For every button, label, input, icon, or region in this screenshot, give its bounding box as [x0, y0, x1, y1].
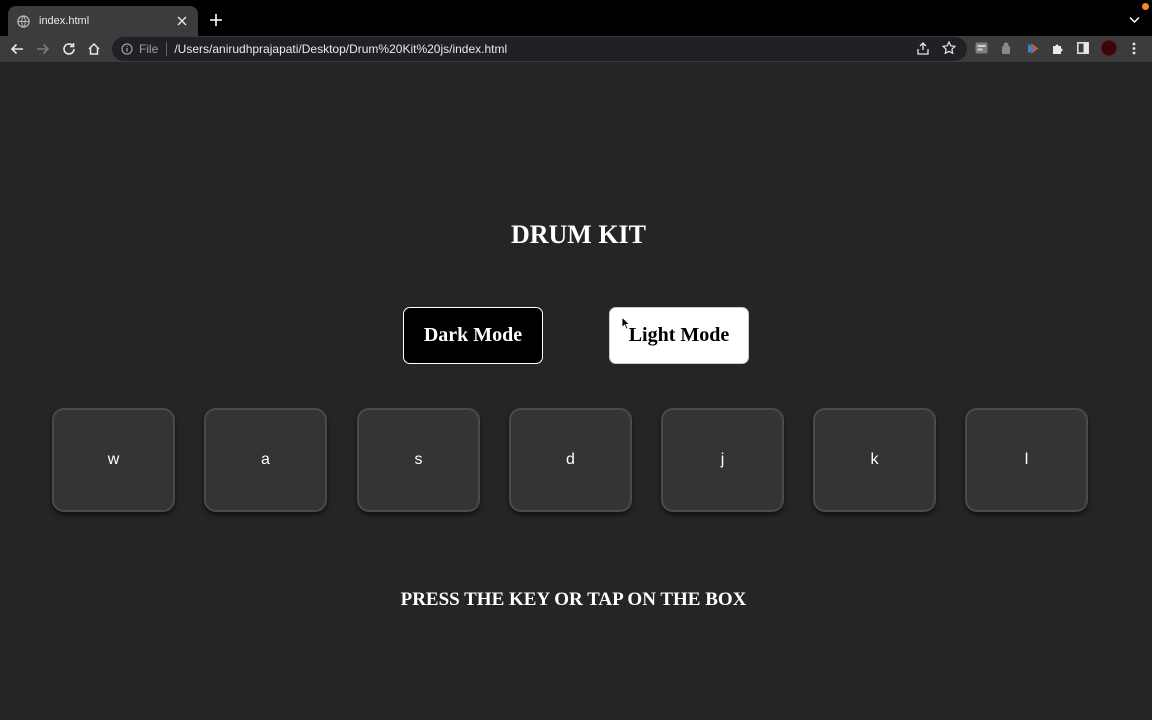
tab-title: index.html: [39, 15, 90, 27]
url-text[interactable]: /Users/anirudhprajapati/Desktop/Drum%20K…: [174, 42, 507, 56]
share-icon[interactable]: [915, 40, 931, 56]
back-icon[interactable]: [8, 40, 26, 58]
page-content: DRUM KIT Dark Mode Light Mode w a s d j …: [0, 62, 1152, 720]
bookmark-star-icon[interactable]: [941, 40, 957, 56]
drum-w[interactable]: w: [52, 408, 175, 512]
profile-avatar-icon[interactable]: [1101, 40, 1117, 56]
drum-l[interactable]: l: [965, 408, 1088, 512]
instruction-text: PRESS THE KEY OR TAP ON THE BOX: [400, 589, 747, 610]
browser-toolbar: File /Users/anirudhprajapati/Desktop/Dru…: [0, 36, 1152, 62]
drum-a[interactable]: a: [204, 408, 327, 512]
new-tab-icon[interactable]: [207, 11, 225, 29]
browser-tab[interactable]: index.html: [8, 6, 198, 36]
globe-icon: [16, 14, 30, 28]
reload-icon[interactable]: [60, 40, 78, 58]
extension-1-icon[interactable]: [974, 41, 988, 55]
page-title: DRUM KIT: [510, 220, 647, 249]
extension-2-icon[interactable]: [999, 41, 1013, 55]
drum-d[interactable]: d: [509, 408, 632, 512]
notification-dot: [1142, 3, 1149, 10]
menu-kebab-icon[interactable]: [1127, 41, 1141, 55]
puzzle-icon[interactable]: [1050, 41, 1064, 55]
forward-icon[interactable]: [34, 40, 52, 58]
extension-3-icon[interactable]: [1025, 41, 1039, 55]
chevron-down-icon[interactable]: [1126, 12, 1142, 28]
drum-k[interactable]: k: [813, 408, 936, 512]
close-tab-icon[interactable]: [174, 13, 190, 29]
drum-j[interactable]: j: [661, 408, 784, 512]
side-panel-icon[interactable]: [1076, 41, 1090, 55]
mouse-cursor-icon: [621, 315, 631, 330]
tab-strip: index.html: [0, 0, 1152, 36]
scheme-label: File: [139, 42, 159, 56]
dark-mode-button[interactable]: Dark Mode: [403, 307, 543, 364]
address-bar[interactable]: File /Users/anirudhprajapati/Desktop/Dru…: [112, 37, 967, 61]
omnibox-divider: [166, 42, 168, 56]
drum-s[interactable]: s: [357, 408, 480, 512]
info-icon[interactable]: [120, 42, 134, 56]
home-icon[interactable]: [85, 40, 103, 58]
